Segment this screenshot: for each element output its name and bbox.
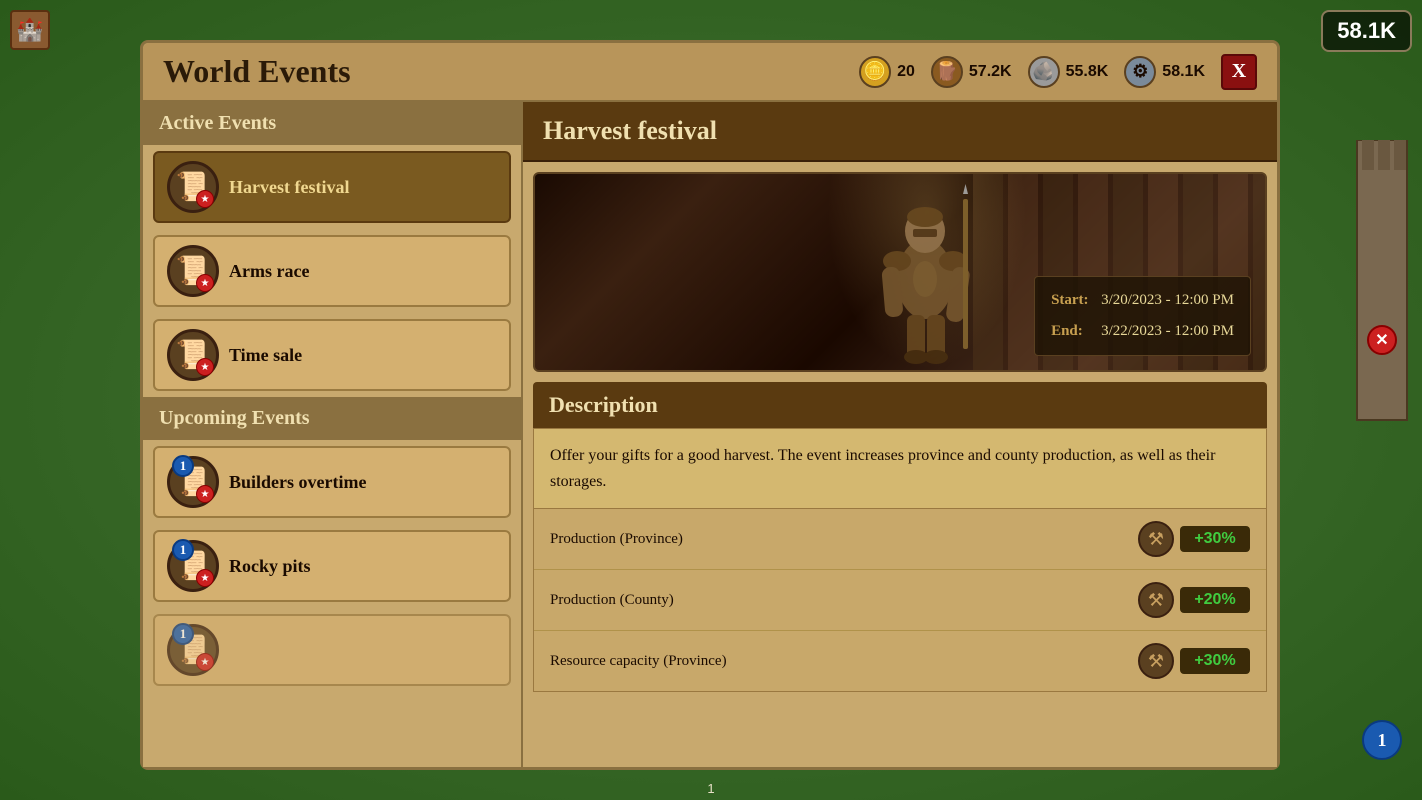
bonus-label-0: Production (Province) <box>550 531 683 548</box>
castle-icon: 🏰 <box>10 10 50 50</box>
iron-icon: ⚙ <box>1124 56 1156 88</box>
side-badge-right: 1 <box>1362 720 1402 760</box>
bonus-icon-1: ⚒ <box>1138 582 1174 618</box>
end-date: 3/22/2023 - 12:00 PM <box>1101 318 1234 345</box>
bonus-pct-0: +30% <box>1180 526 1250 552</box>
warrior-silhouette <box>800 174 1050 372</box>
event-name-rocky-pits: Rocky pits <box>229 556 311 577</box>
event-name-harvest-festival: Harvest festival <box>229 177 349 198</box>
bonus-value-2: ⚒ +30% <box>1138 643 1250 679</box>
upcoming-events-header: Upcoming Events <box>143 397 521 440</box>
event-icon-time-sale: 📜 ★ <box>167 329 219 381</box>
currency-wood: 🪵 57.2K <box>931 56 1012 88</box>
wood-icon: 🪵 <box>931 56 963 88</box>
bonus-icon-2: ⚒ <box>1138 643 1174 679</box>
red-star-arms: ★ <box>196 274 214 292</box>
description-text: Offer your gifts for a good harvest. The… <box>533 428 1267 509</box>
badge-upcoming-3: 1 <box>172 623 194 645</box>
sidebar: Active Events 📜 ★ Harvest festival 📜 ★ A… <box>143 102 523 767</box>
red-star-time: ★ <box>196 358 214 376</box>
event-name-builders-overtime: Builders overtime <box>229 472 366 493</box>
event-icon-builders-overtime: 1 📜 ★ <box>167 456 219 508</box>
badge-builders: 1 <box>172 455 194 477</box>
red-star-rocky: ★ <box>196 569 214 587</box>
panel-body: Active Events 📜 ★ Harvest festival 📜 ★ A… <box>143 102 1277 767</box>
bonus-item-province-production: Production (Province) ⚒ +30% <box>534 509 1266 570</box>
description-header: Description <box>533 382 1267 428</box>
bonus-pct-2: +30% <box>1180 648 1250 674</box>
bonus-item-county-production: Production (County) ⚒ +20% <box>534 570 1266 631</box>
close-button[interactable]: X <box>1221 54 1257 90</box>
gold-value: 20 <box>897 63 915 81</box>
bonus-icon-0: ⚒ <box>1138 521 1174 557</box>
bonus-label-1: Production (County) <box>550 592 674 609</box>
description-section: Description Offer your gifts for a good … <box>533 382 1267 509</box>
bonus-list: Production (Province) ⚒ +30% Production … <box>533 509 1267 692</box>
event-item-rocky-pits[interactable]: 1 📜 ★ Rocky pits <box>153 530 511 602</box>
bonus-item-resource-capacity: Resource capacity (Province) ⚒ +30% <box>534 631 1266 691</box>
wood-value: 57.2K <box>969 63 1012 81</box>
bonus-label-2: Resource capacity (Province) <box>550 653 727 670</box>
hero-image-area: Start: 3/20/2023 - 12:00 PM End: 3/22/20… <box>533 172 1267 372</box>
content-area: Harvest festival <box>523 102 1277 767</box>
bottom-bar: 1 <box>707 781 714 796</box>
bonus-value-1: ⚒ +20% <box>1138 582 1250 618</box>
date-overlay: Start: 3/20/2023 - 12:00 PM End: 3/22/20… <box>1034 276 1251 356</box>
event-icon-harvest-festival: 📜 ★ <box>167 161 219 213</box>
event-item-upcoming-3[interactable]: 1 📜 ★ <box>153 614 511 686</box>
event-item-time-sale[interactable]: 📜 ★ Time sale <box>153 319 511 391</box>
red-star-builders: ★ <box>196 485 214 503</box>
main-panel: World Events 🪙 20 🪵 57.2K 🪨 55.8K ⚙ 58.1… <box>140 40 1280 770</box>
stone-value: 55.8K <box>1066 63 1109 81</box>
start-label: Start: <box>1051 287 1091 314</box>
event-item-harvest-festival[interactable]: 📜 ★ Harvest festival <box>153 151 511 223</box>
stone-icon: 🪨 <box>1028 56 1060 88</box>
end-label: End: <box>1051 318 1091 345</box>
top-right-currency: 58.1K <box>1321 10 1412 52</box>
event-title-bar: Harvest festival <box>523 102 1277 162</box>
event-icon-upcoming-3: 1 📜 ★ <box>167 624 219 676</box>
currency-iron: ⚙ 58.1K <box>1124 56 1205 88</box>
active-events-header: Active Events <box>143 102 521 145</box>
panel-title: World Events <box>163 53 351 90</box>
red-star-harvest: ★ <box>196 190 214 208</box>
tower-decoration-right: ✕ <box>1352 140 1412 440</box>
bonus-pct-1: +20% <box>1180 587 1250 613</box>
iron-value: 58.1K <box>1162 63 1205 81</box>
panel-header: World Events 🪙 20 🪵 57.2K 🪨 55.8K ⚙ 58.1… <box>143 43 1277 102</box>
currency-gold: 🪙 20 <box>859 56 915 88</box>
event-item-arms-race[interactable]: 📜 ★ Arms race <box>153 235 511 307</box>
event-item-builders-overtime[interactable]: 1 📜 ★ Builders overtime <box>153 446 511 518</box>
event-icon-arms-race: 📜 ★ <box>167 245 219 297</box>
start-date: 3/20/2023 - 12:00 PM <box>1101 287 1234 314</box>
svg-text:✕: ✕ <box>1375 332 1388 349</box>
currency-stone: 🪨 55.8K <box>1028 56 1109 88</box>
bonus-value-0: ⚒ +30% <box>1138 521 1250 557</box>
event-name-time-sale: Time sale <box>229 345 302 366</box>
gold-icon: 🪙 <box>859 56 891 88</box>
event-name-arms-race: Arms race <box>229 261 309 282</box>
currency-bar: 🪙 20 🪵 57.2K 🪨 55.8K ⚙ 58.1K X <box>859 54 1257 90</box>
event-detail-title: Harvest festival <box>543 116 717 145</box>
red-star-upcoming-3: ★ <box>196 653 214 671</box>
badge-rocky: 1 <box>172 539 194 561</box>
event-icon-rocky-pits: 1 📜 ★ <box>167 540 219 592</box>
